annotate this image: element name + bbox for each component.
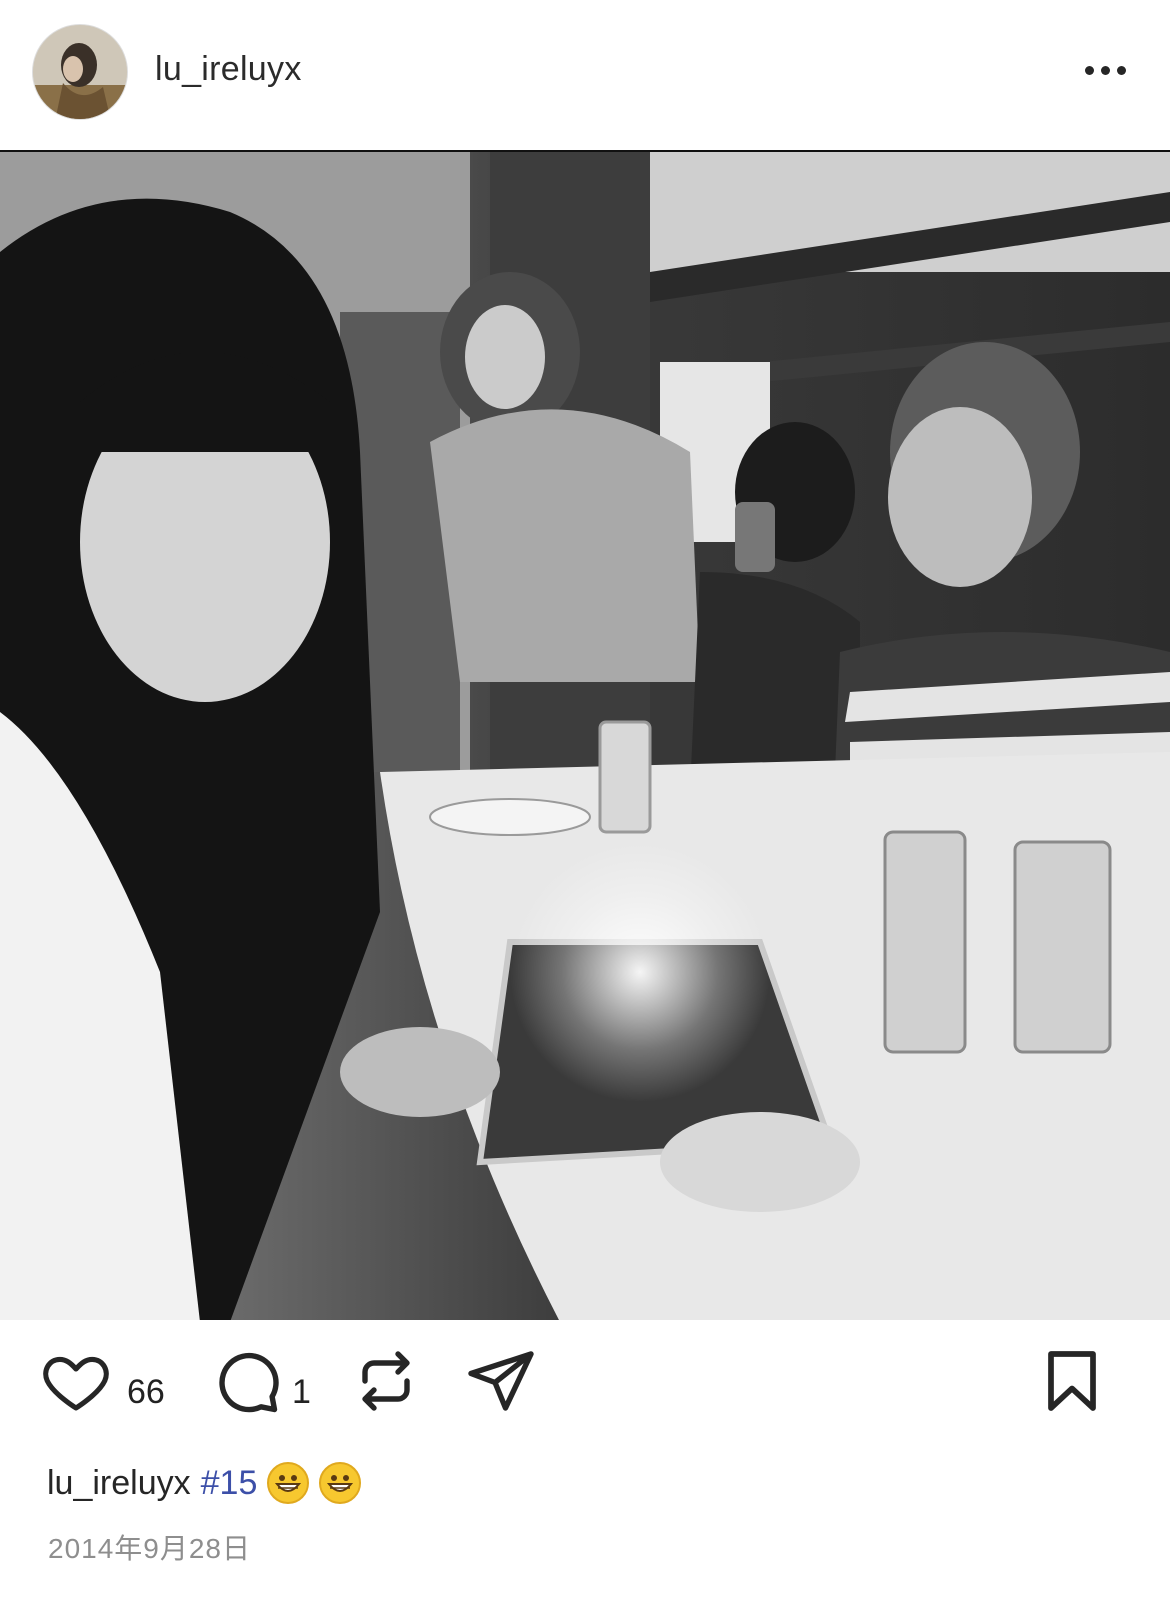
avatar-image bbox=[33, 25, 127, 119]
heart-icon bbox=[43, 1356, 109, 1411]
repost-icon bbox=[362, 1351, 410, 1411]
send-icon bbox=[468, 1351, 534, 1411]
profile-avatar[interactable] bbox=[32, 24, 128, 120]
save-button[interactable] bbox=[1036, 1345, 1108, 1422]
caption-hashtag[interactable]: #15 bbox=[201, 1464, 258, 1503]
repost-button[interactable] bbox=[350, 1345, 422, 1422]
dot bbox=[1084, 65, 1094, 75]
comment-icon bbox=[219, 1352, 279, 1413]
post-header: lu_ireluyx bbox=[0, 0, 1170, 150]
post-date: 2014年9月28日 bbox=[48, 1533, 252, 1564]
post-caption: lu_ireluyx #15 bbox=[47, 1462, 362, 1504]
like-button[interactable] bbox=[40, 1345, 112, 1422]
share-button[interactable] bbox=[465, 1345, 537, 1422]
dot bbox=[1116, 65, 1126, 75]
grinning-face-emoji-icon bbox=[319, 1462, 362, 1504]
dot bbox=[1100, 65, 1110, 75]
post-photo[interactable] bbox=[0, 150, 1170, 1320]
post-actions: 66 1 bbox=[0, 1345, 1170, 1435]
like-count: 66 bbox=[127, 1373, 165, 1411]
comment-count: 1 bbox=[292, 1373, 311, 1411]
bookmark-icon bbox=[1048, 1351, 1096, 1411]
group-photo-image bbox=[0, 152, 1170, 1320]
more-options-icon[interactable] bbox=[1075, 50, 1135, 90]
post-username[interactable]: lu_ireluyx bbox=[155, 50, 302, 89]
grinning-face-emoji-icon bbox=[267, 1462, 310, 1504]
caption-username[interactable]: lu_ireluyx bbox=[47, 1464, 191, 1503]
comment-button[interactable] bbox=[210, 1345, 282, 1422]
